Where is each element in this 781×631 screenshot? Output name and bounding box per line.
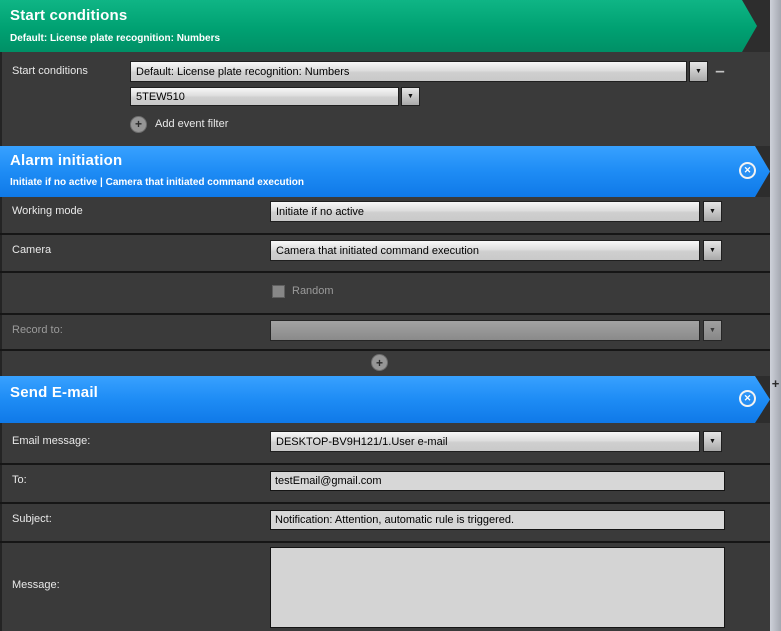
camera-label: Camera [12,244,51,256]
message-label: Message: [12,579,60,591]
email-message-combobox-arrow-icon[interactable]: ▼ [703,431,722,452]
add-panel-button[interactable]: + [770,376,781,391]
add-setting-button[interactable]: + [371,354,388,371]
record-to-combobox-arrow-icon: ▼ [703,320,722,341]
automation-rule-panel: Start conditions Default: License plate … [0,0,781,631]
plate-number-combobox-arrow-icon[interactable]: ▼ [401,87,420,106]
working-mode-label: Working mode [12,205,83,217]
panel-left-edge [0,0,2,631]
subject-input[interactable] [270,510,725,530]
record-to-label: Record to: [12,324,63,336]
email-message-label: Email message: [12,435,90,447]
row-divider [0,271,770,273]
row-divider [0,349,770,351]
message-textarea[interactable] [270,547,725,628]
section-subtitle: Initiate if no active | Camera that init… [10,177,304,188]
event-type-combobox[interactable]: Default: License plate recognition: Numb… [130,61,687,82]
section-title: Send E-mail [10,384,98,401]
row-divider [0,541,770,543]
start-conditions-header[interactable]: Start conditions Default: License plate … [0,0,757,52]
record-to-combobox [270,320,700,341]
add-event-filter-label: Add event filter [155,118,228,130]
subject-label: Subject: [12,513,52,525]
random-checkbox [272,285,285,298]
row-divider [0,233,770,235]
working-mode-combobox[interactable]: Initiate if no active [270,201,700,222]
side-rail [770,0,781,631]
row-divider [0,313,770,315]
random-checkbox-label: Random [292,285,334,297]
alarm-initiation-header[interactable]: Alarm initiation Initiate if no active |… [0,146,770,197]
send-email-close-button[interactable]: ✕ [739,390,756,407]
row-divider [0,502,770,504]
plus-icon: + [130,116,147,133]
camera-combobox[interactable]: Camera that initiated command execution [270,240,700,261]
email-message-combobox[interactable]: DESKTOP-BV9H121/1.User e-mail [270,431,700,452]
send-email-header[interactable]: Send E-mail [0,376,770,423]
plate-number-combobox[interactable]: 5TEW510 [130,87,399,106]
section-title: Alarm initiation [10,152,122,169]
alarm-close-button[interactable]: ✕ [739,162,756,179]
working-mode-combobox-arrow-icon[interactable]: ▼ [703,201,722,222]
section-title: Start conditions [10,7,127,24]
camera-combobox-arrow-icon[interactable]: ▼ [703,240,722,261]
start-conditions-row-label: Start conditions [12,65,88,77]
to-input[interactable] [270,471,725,491]
row-divider [0,463,770,465]
event-type-combobox-arrow-icon[interactable]: ▼ [689,61,708,82]
section-subtitle: Default: License plate recognition: Numb… [10,33,220,44]
to-label: To: [12,474,27,486]
add-event-filter-button[interactable]: + Add event filter [130,115,228,133]
remove-condition-button[interactable]: – [711,61,729,81]
